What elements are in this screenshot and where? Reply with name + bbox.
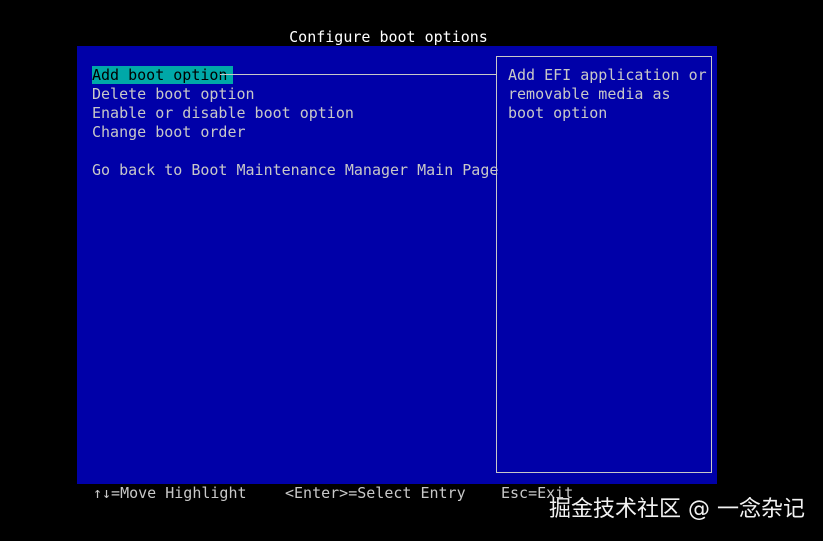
move-highlight-hint: ↑↓=Move Highlight [93,484,247,502]
menu-item-label: Change boot order [92,123,246,141]
menu-item-label: Go back to Boot Maintenance Manager Main… [92,161,499,179]
boot-options-panel: Add boot option Delete boot option Enabl… [77,46,717,484]
select-entry-hint: <Enter>=Select Entry [285,484,466,502]
page-title: Configure boot options [289,28,488,46]
help-text-line: removable media as [508,85,671,103]
help-text-line: Add EFI application or [508,66,707,84]
menu-item-label: Add boot option [92,66,234,84]
help-connector-line [220,74,496,75]
menu-item-label: Enable or disable boot option [92,104,354,122]
menu-item-label: Delete boot option [92,85,255,103]
help-box: Add EFI application or removable media a… [496,56,712,473]
watermark-text: 掘金技术社区 @ 一念杂记 [549,497,805,522]
help-text-line: boot option [508,104,608,122]
